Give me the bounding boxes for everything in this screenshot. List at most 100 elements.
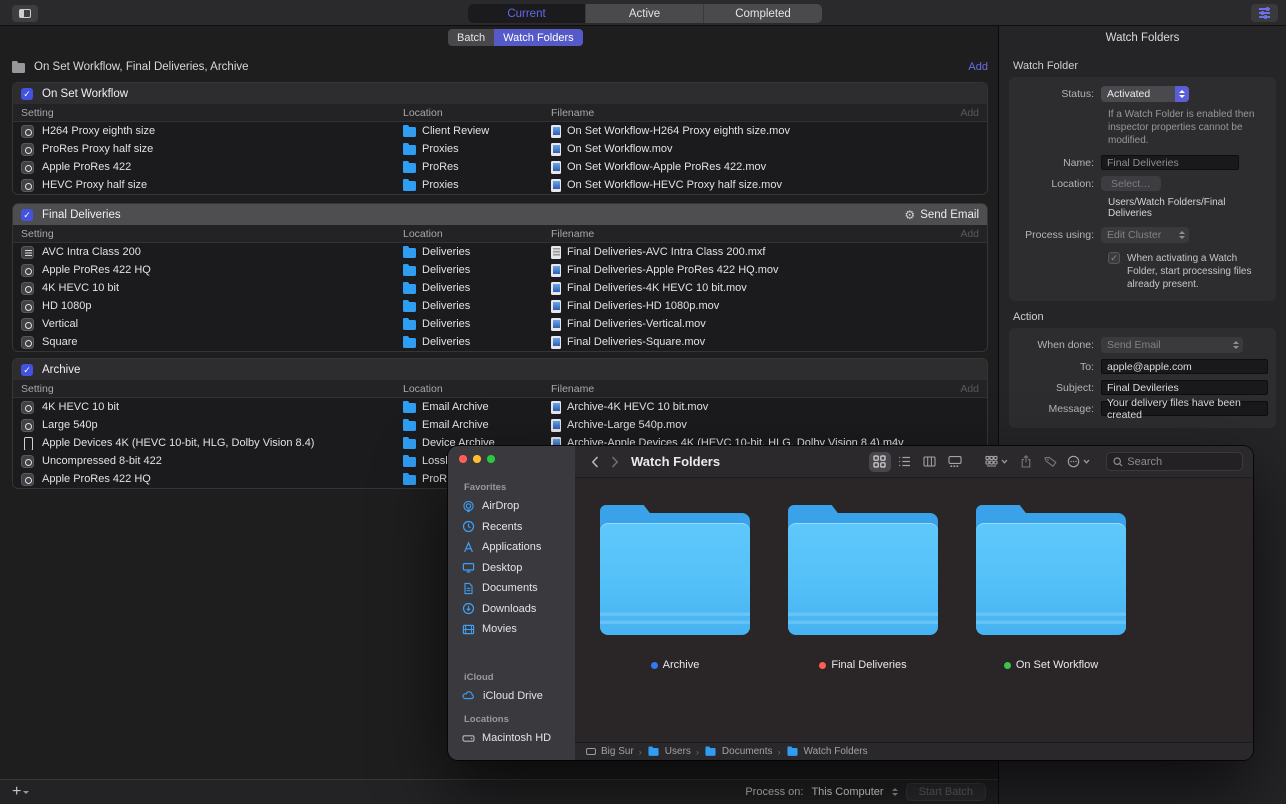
sidebar-item-label: Applications [482, 541, 541, 553]
view-grid-button[interactable] [869, 452, 892, 472]
sidebar-item-label: Desktop [482, 562, 522, 574]
path-item[interactable]: Big Sur [601, 746, 634, 757]
path-item[interactable]: Documents [722, 746, 773, 757]
process-using-popup[interactable]: Edit Cluster [1101, 227, 1189, 243]
column-location: Location [403, 383, 551, 395]
message-field[interactable]: Your delivery files have been created [1101, 401, 1268, 416]
close-button[interactable] [459, 455, 467, 463]
sliders-icon [1259, 8, 1270, 18]
enabled-checkbox[interactable] [21, 364, 33, 376]
tab-batch[interactable]: Batch [448, 29, 494, 46]
process-on-stepper[interactable] [892, 788, 898, 796]
group-by-button[interactable] [981, 452, 1012, 472]
sidebar-item-movies[interactable]: Movies [448, 619, 575, 640]
select-location-button[interactable]: Select… [1101, 176, 1161, 191]
sidebar-item-documents[interactable]: Documents [448, 578, 575, 599]
folder-icon [403, 163, 416, 173]
sidebar-toggle-button[interactable] [12, 5, 38, 22]
folder-on-set-workflow[interactable]: On Set Workflow [976, 505, 1126, 671]
subject-field[interactable]: Final Devileries [1101, 380, 1268, 395]
status-popup[interactable]: Activated [1101, 86, 1189, 102]
folder-final-deliveries[interactable]: Final Deliveries [788, 505, 938, 671]
tab-active[interactable]: Active [586, 4, 704, 23]
section-header-selected[interactable]: Final Deliveries ⚙ Send Email [13, 204, 987, 225]
name-field[interactable]: Final Deliveries [1101, 155, 1239, 170]
sidebar-item-desktop[interactable]: Desktop [448, 558, 575, 579]
watch-folder-card: Status: Activated If a Watch Folder is e… [1009, 77, 1276, 301]
to-field[interactable]: apple@apple.com [1101, 359, 1268, 374]
table-row[interactable]: 4K HEVC 10 bit Deliveries Final Deliveri… [13, 279, 987, 297]
finder-window: Favorites AirDrop Recents Applications D… [448, 446, 1253, 760]
activate-checkbox[interactable] [1108, 252, 1120, 264]
watch-folder-group-header[interactable]: On Set Workflow, Final Deliveries, Archi… [12, 58, 988, 76]
process-on-value[interactable]: This Computer [811, 786, 883, 798]
table-row[interactable]: Apple ProRes 422 HQ Deliveries Final Del… [13, 261, 987, 279]
table-row[interactable]: H264 Proxy eighth size Client Review On … [13, 122, 987, 140]
setting-name: H264 Proxy eighth size [42, 125, 155, 137]
when-done-popup[interactable]: Send Email [1101, 337, 1243, 353]
section-header[interactable]: Archive [13, 359, 987, 380]
add-watch-folder-button[interactable]: Add [968, 61, 988, 73]
view-columns-button[interactable] [918, 452, 941, 472]
compressor-window: Current Active Completed Batch Watch Fol… [0, 0, 1286, 804]
movie-file-icon [551, 143, 561, 156]
share-icon [1020, 455, 1032, 468]
location-name: Deliveries [422, 264, 470, 276]
path-item[interactable]: Users [665, 746, 691, 757]
tab-current[interactable]: Current [468, 4, 586, 23]
chevron-right-icon [611, 456, 619, 468]
table-row[interactable]: Vertical Deliveries Final Deliveries-Ver… [13, 315, 987, 333]
table-row[interactable]: HEVC Proxy half size Proxies On Set Work… [13, 176, 987, 194]
view-gallery-button[interactable] [943, 452, 966, 472]
zoom-button[interactable] [487, 455, 495, 463]
filename: On Set Workflow-H264 Proxy eighth size.m… [567, 125, 790, 137]
add-setting-button[interactable]: Add [960, 383, 987, 395]
sidebar-item-applications[interactable]: Applications [448, 537, 575, 558]
path-item[interactable]: Watch Folders [804, 746, 868, 757]
mxf-file-icon [551, 246, 561, 259]
start-batch-button[interactable]: Start Batch [906, 783, 986, 801]
more-actions-button[interactable] [1064, 452, 1093, 472]
folder-archive[interactable]: Archive [600, 505, 750, 671]
send-email-action-button[interactable]: ⚙ Send Email [904, 209, 979, 221]
table-row[interactable]: Apple ProRes 422 ProRes On Set Workflow-… [13, 158, 987, 176]
add-batch-button[interactable]: + [12, 785, 29, 799]
add-setting-button[interactable]: Add [960, 107, 987, 119]
tab-completed[interactable]: Completed [704, 4, 822, 23]
minimize-button[interactable] [473, 455, 481, 463]
setting-name: 4K HEVC 10 bit [42, 282, 119, 294]
table-row[interactable]: AVC Intra Class 200 Deliveries Final Del… [13, 243, 987, 261]
table-row[interactable]: Square Deliveries Final Deliveries-Squar… [13, 333, 987, 351]
section-header[interactable]: On Set Workflow [13, 83, 987, 104]
table-row[interactable]: HD 1080p Deliveries Final Deliveries-HD … [13, 297, 987, 315]
path-separator: › [778, 747, 781, 757]
compressor-setting-icon [21, 179, 34, 192]
search-field[interactable]: Search [1106, 452, 1243, 471]
folder-icon [403, 248, 416, 258]
share-button[interactable] [1014, 452, 1037, 472]
action-label: Send Email [920, 209, 979, 221]
sidebar-item-downloads[interactable]: Downloads [448, 599, 575, 620]
inspector-toggle-button[interactable] [1251, 4, 1278, 22]
chevron-down-icon [1083, 459, 1090, 464]
add-setting-button[interactable]: Add [960, 228, 987, 240]
table-row[interactable]: Large 540p Email Archive Archive-Large 5… [13, 416, 987, 434]
enabled-checkbox[interactable] [21, 209, 33, 221]
table-row[interactable]: 4K HEVC 10 bit Email Archive Archive-4K … [13, 398, 987, 416]
sidebar-item-icloud-drive[interactable]: iCloud Drive [448, 686, 575, 707]
table-row[interactable]: ProRes Proxy half size Proxies On Set Wo… [13, 140, 987, 158]
back-button[interactable] [585, 456, 605, 468]
sidebar-item-airdrop[interactable]: AirDrop [448, 496, 575, 517]
movie-file-icon [551, 125, 561, 138]
clock-icon [462, 520, 475, 533]
sidebar-item-macintosh-hd[interactable]: Macintosh HD [448, 728, 575, 749]
forward-button[interactable] [605, 456, 625, 468]
tab-watch-folders[interactable]: Watch Folders [494, 29, 583, 46]
filename: On Set Workflow-Apple ProRes 422.mov [567, 161, 766, 173]
sidebar-item-label: Downloads [482, 603, 536, 615]
setting-name: AVC Intra Class 200 [42, 246, 141, 258]
tag-button[interactable] [1039, 452, 1062, 472]
enabled-checkbox[interactable] [21, 88, 33, 100]
sidebar-item-recents[interactable]: Recents [448, 517, 575, 538]
view-list-button[interactable] [893, 452, 916, 472]
